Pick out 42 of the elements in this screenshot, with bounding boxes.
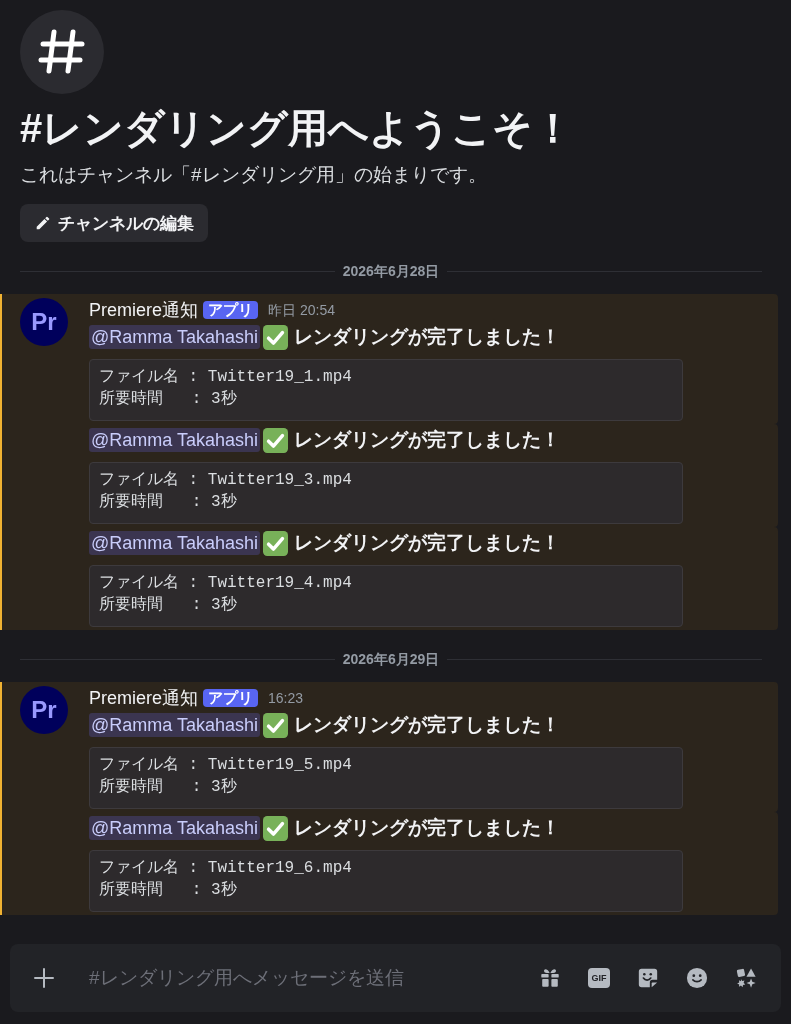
code-block: ファイル名 : Twitter19_4.mp4 所要時間 : 3秒 — [89, 565, 683, 627]
app-tag: アプリ — [203, 689, 259, 707]
pencil-icon — [36, 216, 50, 230]
edit-channel-button[interactable]: チャンネルの編集 — [20, 204, 208, 242]
message-time: 16:23 — [268, 689, 304, 707]
app-avatar[interactable]: Pr — [20, 686, 68, 734]
user-mention[interactable]: @Ramma Takahashi — [89, 816, 260, 840]
check-mark-icon — [263, 324, 288, 350]
code-block: ファイル名 : Twitter19_6.mp4 所要時間 : 3秒 — [89, 850, 683, 912]
shapes-icon[interactable] — [735, 967, 757, 989]
user-mention[interactable]: @Ramma Takahashi — [89, 325, 260, 349]
check-mark-icon — [263, 712, 288, 738]
check-mark-icon — [263, 427, 288, 453]
plus-icon[interactable] — [34, 968, 54, 988]
gift-icon[interactable] — [539, 967, 561, 989]
message-text: レンダリングが完了しました！ — [294, 816, 560, 840]
channel-description: これはチャンネル「#レンダリング用」の始まりです。 — [20, 163, 487, 187]
channel-welcome-title: #レンダリング用へようこそ！ — [20, 105, 574, 152]
date-label: 2026年6月28日 — [342, 263, 440, 279]
author-name[interactable]: Premiere通知 — [89, 298, 199, 322]
message-text: レンダリングが完了しました！ — [294, 713, 560, 737]
user-mention[interactable]: @Ramma Takahashi — [89, 531, 260, 555]
check-mark-icon — [263, 815, 288, 841]
message-input[interactable]: #レンダリング用へメッセージを送信 — [89, 963, 519, 993]
code-block: ファイル名 : Twitter19_5.mp4 所要時間 : 3秒 — [89, 747, 683, 809]
code-block: ファイル名 : Twitter19_3.mp4 所要時間 : 3秒 — [89, 462, 683, 524]
check-mark-icon — [263, 530, 288, 556]
gif-button[interactable]: GIF — [588, 968, 610, 988]
message-time: 昨日 20:54 — [268, 301, 335, 319]
app-tag: アプリ — [203, 301, 259, 319]
app-avatar[interactable]: Pr — [20, 298, 68, 346]
message-text: レンダリングが完了しました！ — [294, 428, 560, 452]
hash-icon — [20, 10, 104, 94]
message-text: レンダリングが完了しました！ — [294, 531, 560, 555]
user-mention[interactable]: @Ramma Takahashi — [89, 713, 260, 737]
user-mention[interactable]: @Ramma Takahashi — [89, 428, 260, 452]
message-text: レンダリングが完了しました！ — [294, 325, 560, 349]
author-name[interactable]: Premiere通知 — [89, 686, 199, 710]
smiley-icon[interactable] — [686, 967, 708, 989]
sticker-icon[interactable] — [637, 967, 659, 989]
code-block: ファイル名 : Twitter19_1.mp4 所要時間 : 3秒 — [89, 359, 683, 421]
date-label: 2026年6月29日 — [342, 651, 440, 667]
